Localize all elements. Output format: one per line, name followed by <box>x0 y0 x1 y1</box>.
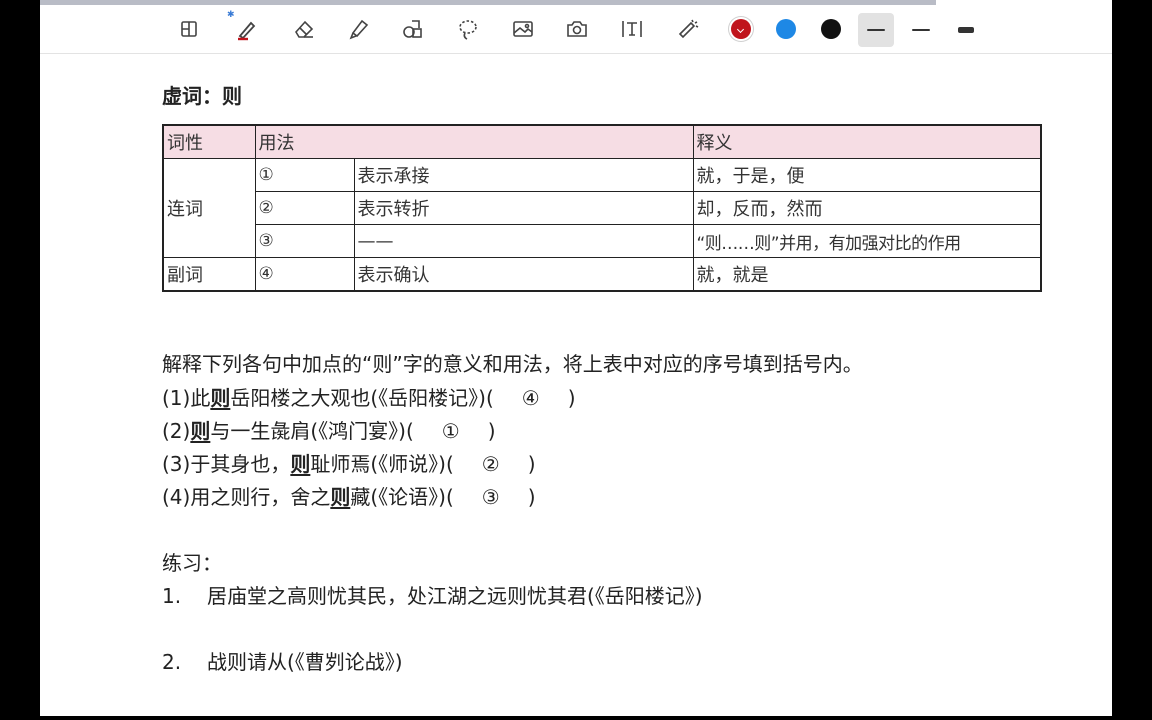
header-pos: 词性 <box>162 124 256 159</box>
row-number: ① <box>254 158 355 192</box>
question-text: (3)于其身也， <box>162 452 291 476</box>
question-text: (4)用之则行，舍之 <box>162 485 331 509</box>
question-keyword: 则 <box>190 419 211 443</box>
row-usage: 表示转折 <box>353 191 694 225</box>
table-row: ② 表示转折 却，反而，然而 <box>163 191 1042 225</box>
row-meaning: 却，反而，然而 <box>692 191 1042 225</box>
question-text: ) <box>527 485 536 509</box>
exercise-number: 1. <box>162 584 182 608</box>
exercise-text: 战则请从(《曹刿论战》) <box>207 650 403 674</box>
row-number: ③ <box>254 224 355 258</box>
question-text: (1)此 <box>162 386 211 410</box>
question-text: ) <box>527 452 536 476</box>
question-answer: ① <box>441 419 460 443</box>
question-text: 岳阳楼之大观也(《岳阳楼记》)( <box>230 386 494 410</box>
table-row: 副词 ④ 表示确认 就，就是 <box>162 257 1042 292</box>
pos-cell-conj: 连词 <box>162 158 256 258</box>
pos-cell-adv: 副词 <box>162 257 256 292</box>
table-header-row: 词性 用法 释义 <box>162 124 1042 159</box>
row-number: ② <box>254 191 355 225</box>
row-meaning: 就，就是 <box>692 257 1042 292</box>
header-meaning: 释义 <box>692 124 1042 159</box>
question-keyword: 则 <box>210 386 231 410</box>
note-page: ✱ 虚词：则 词性 用法 释义 连词 ① 表示承接 就，于是，便 ② 表示转折 … <box>40 0 1112 716</box>
question-answer: ④ <box>521 386 540 410</box>
table-row: 连词 ① 表示承接 就，于是，便 <box>162 158 1042 258</box>
page-title: 虚词：则 <box>162 84 242 108</box>
question-text: ) <box>567 386 576 410</box>
question-item: (3)于其身也，则耻师焉(《师说》)( ②) <box>162 448 536 477</box>
question-item: (4)用之则行，舍之则藏(《论语》)( ③) <box>162 481 536 510</box>
question-answer: ② <box>481 452 500 476</box>
question-text: 藏(《论语》)( <box>350 485 454 509</box>
exercise-label: 练习： <box>162 551 222 575</box>
row-usage: —— <box>353 224 694 258</box>
row-meaning: 就，于是，便 <box>692 158 1042 192</box>
question-text: (2) <box>162 419 191 443</box>
row-usage: 表示承接 <box>353 158 694 192</box>
question-answer: ③ <box>481 485 500 509</box>
header-usage: 用法 <box>254 124 694 159</box>
usage-table: 词性 用法 释义 连词 ① 表示承接 就，于是，便 ② 表示转折 却，反而，然而… <box>162 124 1042 292</box>
question-text: 与一生彘肩(《鸿门宴》)( <box>210 419 414 443</box>
question-text: ) <box>487 419 496 443</box>
exercise-item: 1. 居庙堂之高则忧其民，处江湖之远则忧其君(《岳阳楼记》) <box>162 580 703 609</box>
question-keyword: 则 <box>290 452 311 476</box>
exercise-text: 居庙堂之高则忧其民，处江湖之远则忧其君(《岳阳楼记》) <box>207 584 703 608</box>
row-usage: 表示确认 <box>353 257 694 292</box>
exercise-item: 2. 战则请从(《曹刿论战》) <box>162 646 403 675</box>
row-number: ④ <box>254 257 355 292</box>
instruction-text: 解释下列各句中加点的“则”字的意义和用法，将上表中对应的序号填到括号内。 <box>162 352 863 376</box>
question-item: (2) 则与一生彘肩(《鸿门宴》)( ①) <box>162 415 496 444</box>
question-keyword: 则 <box>330 485 351 509</box>
row-meaning: “则……则”并用，有加强对比的作用 <box>692 224 1042 258</box>
table-row: ③ —— “则……则”并用，有加强对比的作用 <box>163 224 1042 258</box>
exercise-number: 2. <box>162 650 182 674</box>
question-item: (1)此则岳阳楼之大观也(《岳阳楼记》)( ④) <box>162 382 576 411</box>
question-text: 耻师焉(《师说》)( <box>310 452 454 476</box>
note-content: 虚词：则 词性 用法 释义 连词 ① 表示承接 就，于是，便 ② 表示转折 却，… <box>40 0 1112 716</box>
